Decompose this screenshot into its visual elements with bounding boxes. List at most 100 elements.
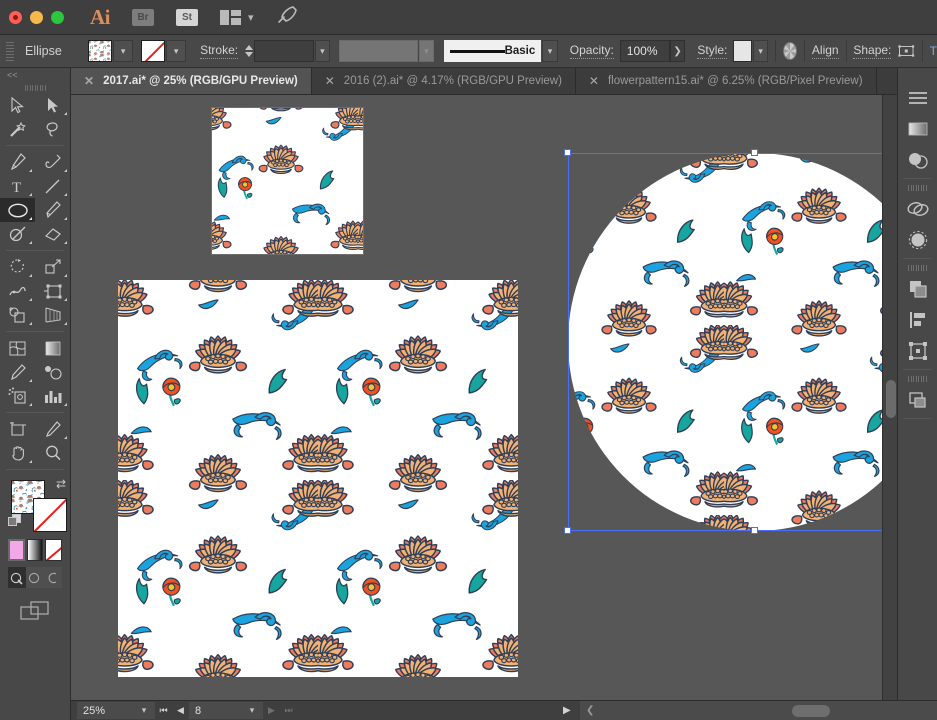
last-artboard-button[interactable]: ⏭ <box>280 702 297 719</box>
eyedropper-tool[interactable] <box>0 360 35 384</box>
shape-builder-tool[interactable] <box>0 303 35 327</box>
draw-normal-mode-button[interactable] <box>8 567 26 588</box>
scroll-left-icon[interactable]: ❮ <box>586 705 594 716</box>
artboard-small-pattern[interactable] <box>211 107 364 255</box>
tools-panel-gripper[interactable] <box>0 82 70 93</box>
swap-fill-stroke-icon[interactable]: ⇄ <box>56 477 66 491</box>
mesh-tool[interactable] <box>0 336 35 360</box>
draw-inside-mode-button[interactable] <box>44 567 62 588</box>
free-transform-tool[interactable] <box>35 279 70 303</box>
pathfinder-panel-button[interactable] <box>898 273 937 304</box>
gradient-tool[interactable] <box>35 336 70 360</box>
type-tool[interactable]: T <box>0 174 35 198</box>
width-tool[interactable] <box>0 279 35 303</box>
line-segment-tool[interactable] <box>35 174 70 198</box>
slice-tool[interactable] <box>35 417 70 441</box>
align-panel-button[interactable] <box>898 304 937 335</box>
paintbrush-tool[interactable] <box>35 198 70 222</box>
shape-properties-icon[interactable] <box>898 43 915 59</box>
expand-panels-button[interactable] <box>898 68 937 82</box>
document-tab-1[interactable]: ✕ 2016 (2).ai* @ 4.17% (RGB/GPU Preview) <box>312 68 576 94</box>
dock-group-gripper-1[interactable] <box>898 182 937 193</box>
stroke-weight-field[interactable] <box>253 40 314 62</box>
selection-handle-bottom-left[interactable] <box>564 527 571 534</box>
stroke-weight-stepper[interactable] <box>244 40 254 62</box>
selection-tool[interactable] <box>0 93 35 117</box>
opacity-field[interactable]: 100% <box>619 40 670 62</box>
curvature-tool[interactable] <box>35 150 70 174</box>
collapse-tools-button[interactable]: << <box>0 68 70 82</box>
libraries-panel-button[interactable] <box>898 224 937 255</box>
rotate-tool[interactable] <box>0 255 35 279</box>
bridge-button[interactable]: Br <box>132 8 154 26</box>
close-tab-icon[interactable]: ✕ <box>589 74 599 88</box>
opacity-label[interactable]: Opacity: <box>569 43 614 59</box>
transparency-panel-button[interactable] <box>898 144 937 175</box>
zoom-level-dropdown-icon[interactable]: ▾ <box>133 702 155 719</box>
transform-panel-button[interactable] <box>898 335 937 366</box>
brush-definition-field[interactable]: Basic <box>444 40 542 62</box>
pen-tool[interactable] <box>0 150 35 174</box>
selection-handle-top-left[interactable] <box>564 149 571 156</box>
arrange-documents-button[interactable]: ▾ <box>220 9 254 25</box>
canvas-vertical-scrollbar[interactable] <box>882 95 897 700</box>
zoom-tool[interactable] <box>35 441 70 465</box>
panel-menu-button[interactable] <box>898 82 937 113</box>
stroke-color-swatch[interactable] <box>33 498 67 532</box>
next-artboard-button[interactable]: ▶ <box>263 702 280 719</box>
artboard-large-pattern[interactable] <box>118 280 518 677</box>
blend-tool[interactable] <box>35 360 70 384</box>
minimize-window-button[interactable] <box>30 10 43 24</box>
style-label[interactable]: Style: <box>697 43 728 59</box>
first-artboard-button[interactable]: ⏮ <box>155 702 172 719</box>
change-screen-mode-button[interactable] <box>0 600 70 622</box>
document-tab-2[interactable]: ✕ flowerpattern15.ai* @ 6.25% (RGB/Pixel… <box>576 68 877 94</box>
stroke-weight-label[interactable]: Stroke: <box>200 43 239 59</box>
artboard-number-field[interactable]: 8 <box>189 702 241 719</box>
ellipse-tool[interactable] <box>0 198 35 222</box>
horizontal-scrollbar-thumb[interactable] <box>792 705 830 717</box>
magic-wand-tool[interactable] <box>0 117 35 141</box>
hand-tool[interactable] <box>0 441 35 465</box>
stroke-swatch[interactable] <box>141 40 166 62</box>
dock-group-gripper-3[interactable] <box>898 373 937 384</box>
brush-dropdown-icon[interactable]: ▾ <box>542 40 558 62</box>
vertical-scrollbar-thumb[interactable] <box>886 380 896 418</box>
selection-handle-bottom-center[interactable] <box>751 527 758 534</box>
gradient-fill-mode-button[interactable] <box>26 539 44 561</box>
style-dropdown-icon[interactable]: ▾ <box>752 40 769 62</box>
close-window-button[interactable] <box>9 10 22 24</box>
fill-dropdown-icon[interactable]: ▾ <box>113 40 134 62</box>
align-button[interactable]: Align <box>811 43 839 59</box>
direct-selection-tool[interactable] <box>35 93 70 117</box>
draw-behind-mode-button[interactable] <box>26 567 44 588</box>
document-canvas[interactable] <box>71 95 882 700</box>
previous-artboard-button[interactable]: ◀ <box>172 702 189 719</box>
symbol-sprayer-tool[interactable] <box>0 384 35 408</box>
creative-cloud-button[interactable] <box>898 193 937 224</box>
perspective-grid-tool[interactable] <box>35 303 70 327</box>
search-adobe-stock-button[interactable] <box>276 5 298 30</box>
close-tab-icon[interactable]: ✕ <box>325 74 335 88</box>
control-bar-gripper[interactable] <box>6 41 14 61</box>
scale-tool[interactable] <box>35 255 70 279</box>
stroke-weight-dropdown-icon[interactable]: ▾ <box>314 40 331 62</box>
artboard-number-dropdown-icon[interactable]: ▾ <box>241 702 263 719</box>
gradient-panel-button[interactable] <box>898 113 937 144</box>
stock-button[interactable]: St <box>176 8 198 26</box>
lasso-tool[interactable] <box>35 117 70 141</box>
dock-group-gripper-2[interactable] <box>898 262 937 273</box>
artboard-tool[interactable] <box>0 417 35 441</box>
layers-panel-button[interactable] <box>898 384 937 415</box>
eraser-tool[interactable] <box>35 222 70 246</box>
recolor-artwork-icon[interactable] <box>783 42 798 60</box>
fill-control[interactable]: ▾ <box>88 40 134 62</box>
column-graph-tool[interactable] <box>35 384 70 408</box>
opacity-options-button[interactable]: ❯ <box>669 40 686 62</box>
fill-swatch[interactable] <box>88 40 113 62</box>
none-fill-mode-button[interactable] <box>45 539 63 561</box>
transform-label[interactable]: T <box>930 44 937 58</box>
stroke-control[interactable]: ▾ <box>141 40 187 62</box>
stroke-dropdown-icon[interactable]: ▾ <box>166 40 187 62</box>
selection-handle-top-center[interactable] <box>751 149 758 156</box>
